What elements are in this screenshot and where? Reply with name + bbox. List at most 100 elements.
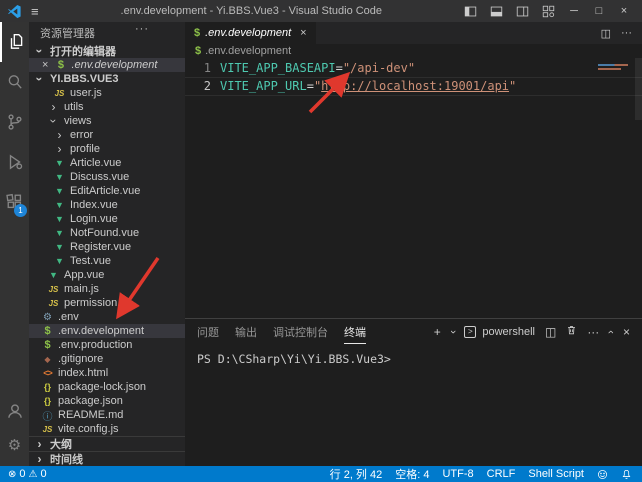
- tree-item-user.js[interactable]: JSuser.js: [29, 86, 185, 100]
- code-editor[interactable]: 1 VITE_APP_BASEAPI="/api-dev" 2 VITE_APP…: [185, 58, 642, 318]
- kill-terminal-icon[interactable]: [566, 324, 577, 339]
- tree-item-permission.js[interactable]: JSpermission.js: [29, 296, 185, 310]
- tree-item-vite.config.js[interactable]: JSvite.config.js: [29, 422, 185, 436]
- eol-sequence[interactable]: CRLF: [487, 468, 516, 480]
- gear-icon: ⚙: [40, 312, 55, 323]
- chevR-icon: ›: [46, 102, 61, 112]
- customize-layout-icon[interactable]: [542, 5, 555, 18]
- sidebar-title: 资源管理器: [40, 25, 95, 41]
- settings-gear-icon[interactable]: ⚙: [8, 428, 21, 462]
- encoding[interactable]: UTF-8: [442, 468, 473, 480]
- tree-item-NotFound.vue[interactable]: ▼NotFound.vue: [29, 226, 185, 240]
- feedback-icon[interactable]: [597, 469, 608, 480]
- tree-item-error[interactable]: ›error: [29, 128, 185, 142]
- toggle-sidebar-icon[interactable]: [464, 5, 477, 18]
- tree-item-label: package.json: [58, 395, 123, 407]
- tree-item-package-lock.json[interactable]: {}package-lock.json: [29, 380, 185, 394]
- minimize-icon[interactable]: ─: [568, 5, 580, 17]
- chevron-down-icon: ›: [35, 72, 45, 87]
- tree-item-profile[interactable]: ›profile: [29, 142, 185, 156]
- tree-item-Login.vue[interactable]: ▼Login.vue: [29, 212, 185, 226]
- shell-selector[interactable]: powershell: [482, 326, 535, 338]
- tree-item-.env.production[interactable]: $.env.production: [29, 338, 185, 352]
- extensions-badge: 1: [14, 204, 27, 217]
- tree-item-views[interactable]: ›views: [29, 114, 185, 128]
- close-icon[interactable]: ×: [300, 27, 306, 39]
- split-editor-icon[interactable]: ◫: [601, 27, 611, 40]
- more-actions-icon[interactable]: ···: [621, 27, 632, 39]
- chevron-right-icon: ›: [32, 454, 47, 464]
- toggle-panel-icon[interactable]: [490, 5, 503, 18]
- maximize-panel-icon[interactable]: ›: [605, 330, 617, 334]
- tree-item-index.html[interactable]: <>index.html: [29, 366, 185, 380]
- run-debug-icon[interactable]: [0, 142, 29, 182]
- vue-icon: ▼: [52, 228, 67, 238]
- problems-status[interactable]: ⊗ 0 ⚠ 0: [8, 468, 47, 480]
- window-title: .env.development - Yi.BBS.Vue3 - Visual …: [39, 5, 464, 17]
- tree-item-Register.vue[interactable]: ▼Register.vue: [29, 240, 185, 254]
- open-editors-section[interactable]: › 打开的编辑器: [29, 44, 185, 58]
- menu-icon[interactable]: ≡: [31, 4, 39, 19]
- tree-item-.env[interactable]: ⚙.env: [29, 310, 185, 324]
- tab-output[interactable]: 输出: [235, 320, 257, 344]
- minimap[interactable]: [598, 64, 630, 70]
- more-actions-icon[interactable]: ···: [587, 325, 599, 339]
- chevron-down-icon: ›: [35, 44, 45, 59]
- vue-icon: ▼: [52, 256, 67, 266]
- url-link[interactable]: http://localhost:19001/api: [321, 79, 509, 93]
- tree-item-.env.development[interactable]: $.env.development: [29, 324, 185, 338]
- tree-item-Index.vue[interactable]: ▼Index.vue: [29, 198, 185, 212]
- tree-item-label: Discuss.vue: [70, 171, 129, 183]
- breadcrumb[interactable]: $ .env.development: [185, 44, 642, 58]
- source-control-icon[interactable]: [0, 102, 29, 142]
- warnings-count: 0: [40, 468, 46, 480]
- dollar-icon: $: [40, 325, 55, 337]
- tab-env-development[interactable]: $ .env.development ×: [185, 22, 316, 44]
- cursor-position[interactable]: 行 2, 列 42: [330, 466, 383, 482]
- timeline-section[interactable]: › 时间线: [29, 451, 185, 466]
- editor-group: $ .env.development × ◫ ··· $ .env.develo…: [185, 22, 642, 466]
- search-icon[interactable]: [0, 62, 29, 102]
- tab-terminal[interactable]: 终端: [344, 320, 366, 344]
- notifications-bell-icon[interactable]: [621, 469, 632, 480]
- tree-item-label: utils: [64, 101, 84, 113]
- chevron-down-icon[interactable]: ›: [447, 330, 459, 334]
- more-actions-icon[interactable]: ···: [135, 23, 149, 35]
- vue-icon: ▼: [52, 200, 67, 210]
- vue-icon: ▼: [52, 242, 67, 252]
- outline-section[interactable]: › 大纲: [29, 436, 185, 451]
- tree-item-main.js[interactable]: JSmain.js: [29, 282, 185, 296]
- tree-item-EditArticle.vue[interactable]: ▼EditArticle.vue: [29, 184, 185, 198]
- vscode-logo: [7, 4, 22, 19]
- scrollbar[interactable]: [635, 58, 642, 120]
- language-mode[interactable]: Shell Script: [528, 468, 584, 480]
- new-terminal-icon[interactable]: +: [434, 325, 441, 339]
- tab-problems[interactable]: 问题: [197, 320, 219, 344]
- extensions-icon[interactable]: 1: [0, 182, 29, 222]
- tree-item-.gitignore[interactable]: ◆.gitignore: [29, 352, 185, 366]
- tab-debug-console[interactable]: 调试控制台: [273, 320, 328, 344]
- tree-item-App.vue[interactable]: ▼App.vue: [29, 268, 185, 282]
- account-icon[interactable]: [0, 394, 29, 428]
- tree-item-label: permission.js: [64, 297, 128, 309]
- tree-item-Test.vue[interactable]: ▼Test.vue: [29, 254, 185, 268]
- maximize-icon[interactable]: □: [593, 5, 605, 17]
- explorer-icon[interactable]: [0, 22, 29, 62]
- tree-item-Discuss.vue[interactable]: ▼Discuss.vue: [29, 170, 185, 184]
- open-editor-item[interactable]: × $ .env.development: [29, 58, 185, 72]
- workspace-section[interactable]: › YI.BBS.VUE3: [29, 72, 185, 86]
- terminal-output[interactable]: PS D:\CSharp\Yi\Yi.BBS.Vue3>: [185, 344, 642, 366]
- tree-item-utils[interactable]: ›utils: [29, 100, 185, 114]
- errors-count: 0: [19, 468, 25, 480]
- close-icon[interactable]: ×: [618, 5, 630, 17]
- tree-item-README.md[interactable]: ⓘREADME.md: [29, 408, 185, 422]
- tree-item-package.json[interactable]: {}package.json: [29, 394, 185, 408]
- open-editor-label: .env.development: [71, 59, 157, 71]
- tree-item-Article.vue[interactable]: ▼Article.vue: [29, 156, 185, 170]
- close-icon[interactable]: ×: [42, 59, 48, 71]
- code-line-2: 2 VITE_APP_URL="http://localhost:19001/a…: [185, 77, 642, 96]
- close-panel-icon[interactable]: ×: [623, 325, 630, 339]
- split-terminal-icon[interactable]: ◫: [545, 325, 556, 339]
- toggle-secondary-sidebar-icon[interactable]: [516, 5, 529, 18]
- indentation[interactable]: 空格: 4: [395, 466, 429, 482]
